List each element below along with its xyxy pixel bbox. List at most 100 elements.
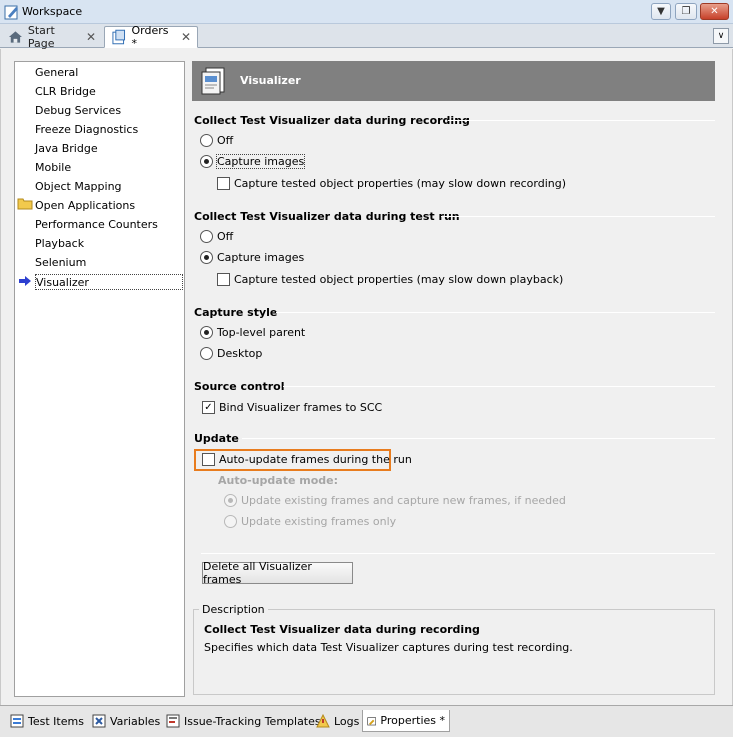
radio-label: Capture images xyxy=(217,251,305,264)
project-icon xyxy=(112,29,126,45)
tab-label: Orders * xyxy=(131,24,169,50)
update-existing-only-radio[interactable]: Update existing frames only xyxy=(224,515,396,528)
group-divider xyxy=(276,312,715,313)
nav-item-playback[interactable]: Playback xyxy=(35,236,84,252)
update-existing-new-radio[interactable]: Update existing frames and capture new f… xyxy=(224,494,566,507)
radio-button[interactable] xyxy=(200,326,213,339)
tab-orders[interactable]: Orders * ✕ xyxy=(104,24,198,50)
tab-label: Variables xyxy=(110,714,161,728)
radio-button[interactable] xyxy=(200,251,213,264)
testrun-capture-images-radio[interactable]: Capture images xyxy=(200,251,304,264)
checkbox[interactable] xyxy=(202,453,215,466)
group-divider xyxy=(448,120,715,121)
tab-overflow-button[interactable]: ∨ xyxy=(713,28,729,44)
visualizer-icon xyxy=(201,67,225,95)
issue-templates-icon xyxy=(166,714,180,728)
group-title-source-control: Source control xyxy=(194,380,285,393)
nav-item-java-bridge[interactable]: Java Bridge xyxy=(35,141,98,157)
tab-label: Issue-Tracking Templates xyxy=(184,714,321,728)
bottom-tool-tabs: Test Items Variables Issue-Tracking Temp… xyxy=(0,705,733,737)
document-tab-strip: Start Page ✕ Orders * ✕ ∨ xyxy=(0,24,733,50)
radio-label: Desktop xyxy=(217,347,263,360)
radio-button[interactable] xyxy=(224,515,237,528)
radio-label: Off xyxy=(217,134,234,147)
group-divider xyxy=(283,386,715,387)
desktop-radio[interactable]: Desktop xyxy=(200,347,262,360)
checkbox[interactable] xyxy=(217,273,230,286)
recording-off-radio[interactable]: Off xyxy=(200,134,233,147)
nav-item-selenium[interactable]: Selenium xyxy=(35,255,86,271)
test-items-icon xyxy=(10,714,24,728)
separator xyxy=(201,553,715,554)
radio-label: Top-level parent xyxy=(217,326,306,339)
recording-capture-props-checkbox[interactable]: Capture tested object properties (may sl… xyxy=(217,177,566,190)
tab-label: Properties * xyxy=(380,714,445,727)
app-icon xyxy=(4,5,18,20)
window-titlebar: Workspace ▼ ❐ ✕ xyxy=(0,0,733,24)
description-label: Description xyxy=(199,603,268,616)
nav-item-debug-services[interactable]: Debug Services xyxy=(35,103,121,119)
nav-item-mobile[interactable]: Mobile xyxy=(35,160,71,176)
group-title-recording: Collect Test Visualizer data during reco… xyxy=(194,114,470,127)
radio-label: Update existing frames only xyxy=(241,515,397,528)
description-title: Collect Test Visualizer data during reco… xyxy=(204,623,480,636)
checkbox-label: Capture tested object properties (may sl… xyxy=(234,273,564,286)
nav-item-visualizer[interactable]: Visualizer xyxy=(35,274,183,290)
close-window-button[interactable]: ✕ xyxy=(700,3,729,20)
nav-item-general[interactable]: General xyxy=(35,65,78,81)
logs-icon xyxy=(316,714,330,728)
radio-button[interactable] xyxy=(200,134,213,147)
nav-item-performance-counters[interactable]: Performance Counters xyxy=(35,217,158,233)
auto-update-mode-label: Auto-update mode: xyxy=(218,474,339,487)
group-divider xyxy=(441,216,715,217)
tab-label: Logs xyxy=(334,714,360,728)
checkbox-label: Bind Visualizer frames to SCC xyxy=(219,401,383,414)
nav-item-open-applications[interactable]: Open Applications xyxy=(35,198,135,214)
group-title-testrun: Collect Test Visualizer data during test… xyxy=(194,210,460,223)
radio-label: Update existing frames and capture new f… xyxy=(241,494,566,507)
tab-issue-tracking-templates[interactable]: Issue-Tracking Templates xyxy=(162,710,325,732)
nav-item-clr-bridge[interactable]: CLR Bridge xyxy=(35,84,96,100)
radio-button[interactable] xyxy=(200,347,213,360)
window-menu-button[interactable]: ▼ xyxy=(651,3,671,20)
radio-button[interactable] xyxy=(224,494,237,507)
recording-capture-images-radio[interactable]: Capture images xyxy=(200,154,306,169)
description-text: Specifies which data Test Visualizer cap… xyxy=(204,641,573,654)
radio-label: Capture images xyxy=(215,154,306,169)
checkbox-label: Capture tested object properties (may sl… xyxy=(234,177,567,190)
nav-item-object-mapping[interactable]: Object Mapping xyxy=(35,179,122,195)
restore-button[interactable]: ❐ xyxy=(675,3,697,20)
auto-update-checkbox[interactable]: Auto-update frames during the run xyxy=(202,453,412,466)
checkbox-label: Auto-update frames during the run xyxy=(219,453,412,466)
testrun-capture-props-checkbox[interactable]: Capture tested object properties (may sl… xyxy=(217,273,563,286)
tab-logs[interactable]: Logs xyxy=(312,710,363,732)
testrun-off-radio[interactable]: Off xyxy=(200,230,233,243)
selected-arrow-icon xyxy=(19,276,31,286)
folder-icon xyxy=(17,198,33,210)
close-icon[interactable]: ✕ xyxy=(181,30,191,44)
group-divider xyxy=(242,438,715,439)
radio-label: Off xyxy=(217,230,234,243)
radio-button[interactable] xyxy=(200,230,213,243)
tab-label: Start Page xyxy=(27,24,55,50)
delete-all-frames-button[interactable]: Delete all Visualizer frames xyxy=(202,560,353,586)
options-tree: General CLR Bridge Debug Services Freeze… xyxy=(14,61,185,697)
group-title-update: Update xyxy=(194,432,239,445)
nav-item-freeze-diagnostics[interactable]: Freeze Diagnostics xyxy=(35,122,138,138)
top-level-parent-radio[interactable]: Top-level parent xyxy=(200,326,305,339)
tab-start-page[interactable]: Start Page ✕ xyxy=(2,24,102,50)
tab-test-items[interactable]: Test Items xyxy=(6,710,88,732)
checkbox[interactable] xyxy=(217,177,230,190)
home-icon xyxy=(8,31,22,43)
bind-scc-checkbox[interactable]: ✓ Bind Visualizer frames to SCC xyxy=(202,401,382,414)
properties-icon xyxy=(367,716,377,725)
close-icon[interactable]: ✕ xyxy=(86,30,96,44)
tab-properties[interactable]: Properties * xyxy=(362,710,450,732)
radio-button[interactable] xyxy=(200,155,213,168)
page-title: Visualizer xyxy=(240,74,301,87)
tab-variables[interactable]: Variables xyxy=(88,710,164,732)
window-title: Workspace xyxy=(22,5,83,18)
section-header: Visualizer xyxy=(192,61,715,101)
group-title-capture-style: Capture style xyxy=(194,306,278,319)
checkbox[interactable]: ✓ xyxy=(202,401,215,414)
